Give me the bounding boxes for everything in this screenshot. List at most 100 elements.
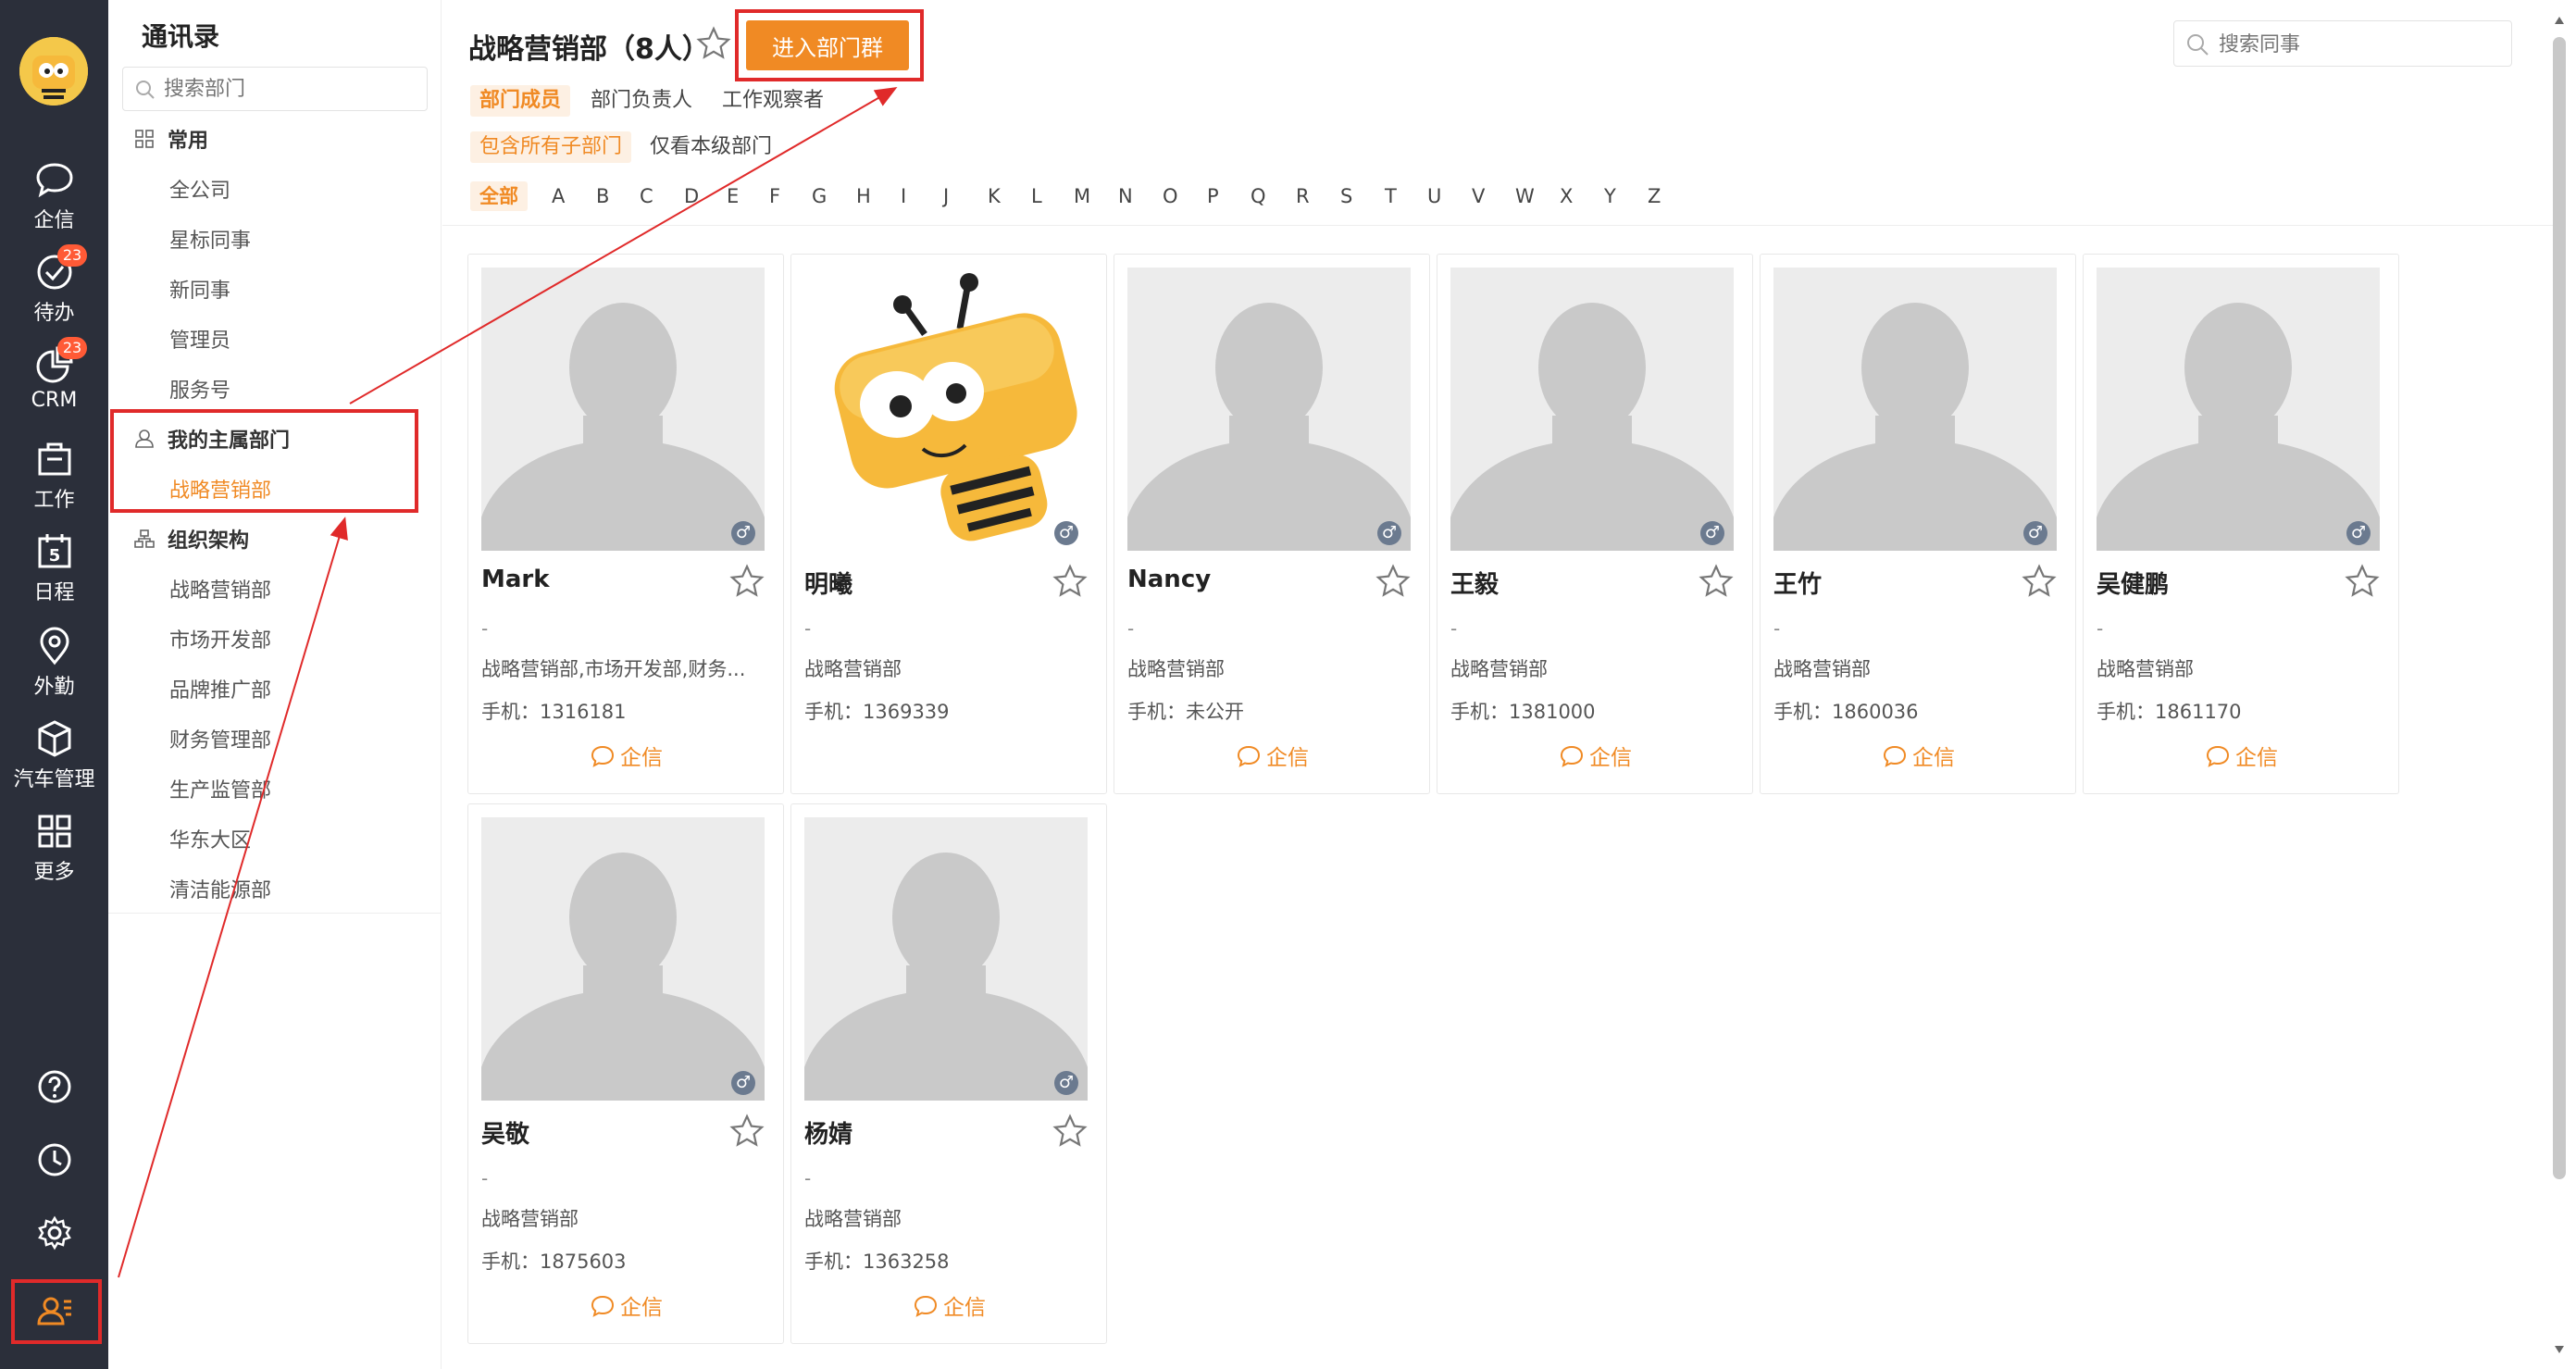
member-name[interactable]: 吴健鹏 <box>2097 566 2169 600</box>
department-search-input[interactable] <box>164 75 414 103</box>
star-member-button[interactable] <box>729 564 765 599</box>
star-member-button[interactable] <box>1375 564 1411 599</box>
member-name[interactable]: Nancy <box>1127 566 1211 593</box>
letter-filter-i[interactable]: I <box>901 181 906 211</box>
letter-filter-q[interactable]: Q <box>1251 181 1266 211</box>
dir-item-org-1[interactable]: 市场开发部 <box>169 624 271 653</box>
dir-item-starred[interactable]: 星标同事 <box>169 224 251 254</box>
scroll-up-arrow[interactable] <box>2553 13 2566 28</box>
letter-filter-u[interactable]: U <box>1427 181 1441 211</box>
letter-filter-e[interactable]: E <box>727 181 739 211</box>
letter-filter-all[interactable]: 全部 <box>470 181 528 211</box>
letter-filter-v[interactable]: V <box>1472 181 1485 211</box>
section-org[interactable]: 组织架构 <box>134 524 249 554</box>
nav-car[interactable]: 汽车管理 <box>0 718 108 792</box>
dir-item-org-3[interactable]: 财务管理部 <box>169 724 271 753</box>
help-button[interactable] <box>0 1068 108 1109</box>
member-name[interactable]: 杨婧 <box>804 1115 852 1150</box>
section-common[interactable]: 常用 <box>134 124 208 154</box>
letter-filter-y[interactable]: Y <box>1604 181 1616 211</box>
dir-item-org-2[interactable]: 品牌推广部 <box>169 674 271 703</box>
scrollbar-thumb[interactable] <box>2553 37 2566 1179</box>
star-member-button[interactable] <box>2345 564 2380 599</box>
member-avatar[interactable]: ♂ <box>481 268 765 551</box>
nav-work[interactable]: 工作 <box>0 439 108 513</box>
letter-filter-n[interactable]: N <box>1118 181 1133 211</box>
letter-filter-z[interactable]: Z <box>1648 181 1661 211</box>
letter-filter-b[interactable]: B <box>596 181 609 211</box>
message-button[interactable]: 企信 <box>1114 740 1431 771</box>
dir-item-org-0[interactable]: 战略营销部 <box>169 574 271 604</box>
letter-filter-s[interactable]: S <box>1340 181 1352 211</box>
message-button[interactable]: 企信 <box>791 1289 1108 1321</box>
dir-item-admin[interactable]: 管理员 <box>169 324 230 354</box>
star-member-button[interactable] <box>729 1114 765 1149</box>
member-name[interactable]: 王毅 <box>1450 566 1499 600</box>
letter-filter-t[interactable]: T <box>1385 181 1397 211</box>
member-avatar[interactable]: ♂ <box>2097 268 2380 551</box>
nav-chat[interactable]: 企信 <box>0 159 108 233</box>
message-button[interactable]: 企信 <box>468 740 785 771</box>
member-card[interactable]: ♂ 王毅 - 战略营销部 手机：1381000 企信 <box>1437 254 1753 794</box>
scroll-down-arrow[interactable] <box>2553 1342 2566 1357</box>
member-name[interactable]: 明曦 <box>804 566 852 600</box>
member-avatar[interactable]: ♂ <box>804 817 1088 1101</box>
message-button[interactable]: 企信 <box>2084 740 2400 771</box>
nav-more[interactable]: 更多 <box>0 811 108 885</box>
settings-button[interactable] <box>0 1214 108 1255</box>
letter-filter-l[interactable]: L <box>1031 181 1042 211</box>
colleague-search[interactable] <box>2173 20 2512 67</box>
member-avatar[interactable]: ♂ <box>1450 268 1734 551</box>
letter-filter-a[interactable]: A <box>552 181 565 211</box>
letter-filter-d[interactable]: D <box>684 181 699 211</box>
member-name[interactable]: 吴敬 <box>481 1115 529 1150</box>
letter-filter-g[interactable]: G <box>812 181 827 211</box>
letter-filter-m[interactable]: M <box>1074 181 1090 211</box>
member-avatar[interactable]: ♂ <box>1773 268 2057 551</box>
member-card[interactable]: ♂ 王竹 - 战略营销部 手机：1860036 企信 <box>1760 254 2076 794</box>
member-avatar[interactable]: ♂ <box>804 268 1088 551</box>
star-member-button[interactable] <box>2022 564 2057 599</box>
dir-item-org-5[interactable]: 华东大区 <box>169 824 251 853</box>
star-member-button[interactable] <box>1699 564 1734 599</box>
letter-filter-p[interactable]: P <box>1207 181 1219 211</box>
message-button[interactable]: 企信 <box>1437 740 1754 771</box>
member-name[interactable]: 王竹 <box>1773 566 1822 600</box>
tab-leaders[interactable]: 部门负责人 <box>581 85 702 117</box>
letter-filter-x[interactable]: X <box>1560 181 1573 211</box>
letter-filter-h[interactable]: H <box>856 181 871 211</box>
colleague-search-input[interactable] <box>2219 31 2496 58</box>
history-button[interactable] <box>0 1141 108 1182</box>
nav-calendar[interactable]: 5 日程 <box>0 531 108 605</box>
tab-members[interactable]: 部门成员 <box>470 85 571 117</box>
letter-filter-o[interactable]: O <box>1163 181 1178 211</box>
letter-filter-k[interactable]: K <box>988 181 1001 211</box>
member-card[interactable]: ♂ 明曦 - 战略营销部 手机：1369339 <box>790 254 1107 794</box>
star-icon[interactable] <box>696 26 731 61</box>
member-name[interactable]: Mark <box>481 566 550 593</box>
star-member-button[interactable] <box>1052 564 1088 599</box>
letter-filter-j[interactable]: J <box>943 181 949 211</box>
nav-field[interactable]: 外勤 <box>0 626 108 700</box>
letter-filter-w[interactable]: W <box>1515 181 1535 211</box>
dir-item-company[interactable]: 全公司 <box>169 174 230 204</box>
department-search[interactable] <box>122 67 428 111</box>
filter-this-level[interactable]: 仅看本级部门 <box>641 131 781 163</box>
member-card[interactable]: ♂ 杨婧 - 战略营销部 手机：1363258 企信 <box>790 803 1107 1344</box>
message-button[interactable]: 企信 <box>468 1289 785 1321</box>
message-button[interactable]: 企信 <box>1761 740 2077 771</box>
nav-todo[interactable]: 23 待办 <box>0 244 108 326</box>
dir-item-service[interactable]: 服务号 <box>169 374 230 404</box>
member-card[interactable]: ♂ Nancy - 战略营销部 手机：未公开 企信 <box>1114 254 1430 794</box>
dir-item-new[interactable]: 新同事 <box>169 274 230 304</box>
letter-filter-f[interactable]: F <box>769 181 780 211</box>
member-card[interactable]: ♂ Mark - 战略营销部,市场开发部,财务... 手机：1316181 企信 <box>467 254 784 794</box>
nav-crm[interactable]: 23 CRM <box>0 337 108 412</box>
member-avatar[interactable]: ♂ <box>481 817 765 1101</box>
member-card[interactable]: ♂ 吴健鹏 - 战略营销部 手机：1861170 企信 <box>2083 254 2399 794</box>
filter-all-subdepts[interactable]: 包含所有子部门 <box>470 131 632 163</box>
tab-observers[interactable]: 工作观察者 <box>713 85 833 117</box>
letter-filter-r[interactable]: R <box>1296 181 1310 211</box>
member-card[interactable]: ♂ 吴敬 - 战略营销部 手机：1875603 企信 <box>467 803 784 1344</box>
star-member-button[interactable] <box>1052 1114 1088 1149</box>
